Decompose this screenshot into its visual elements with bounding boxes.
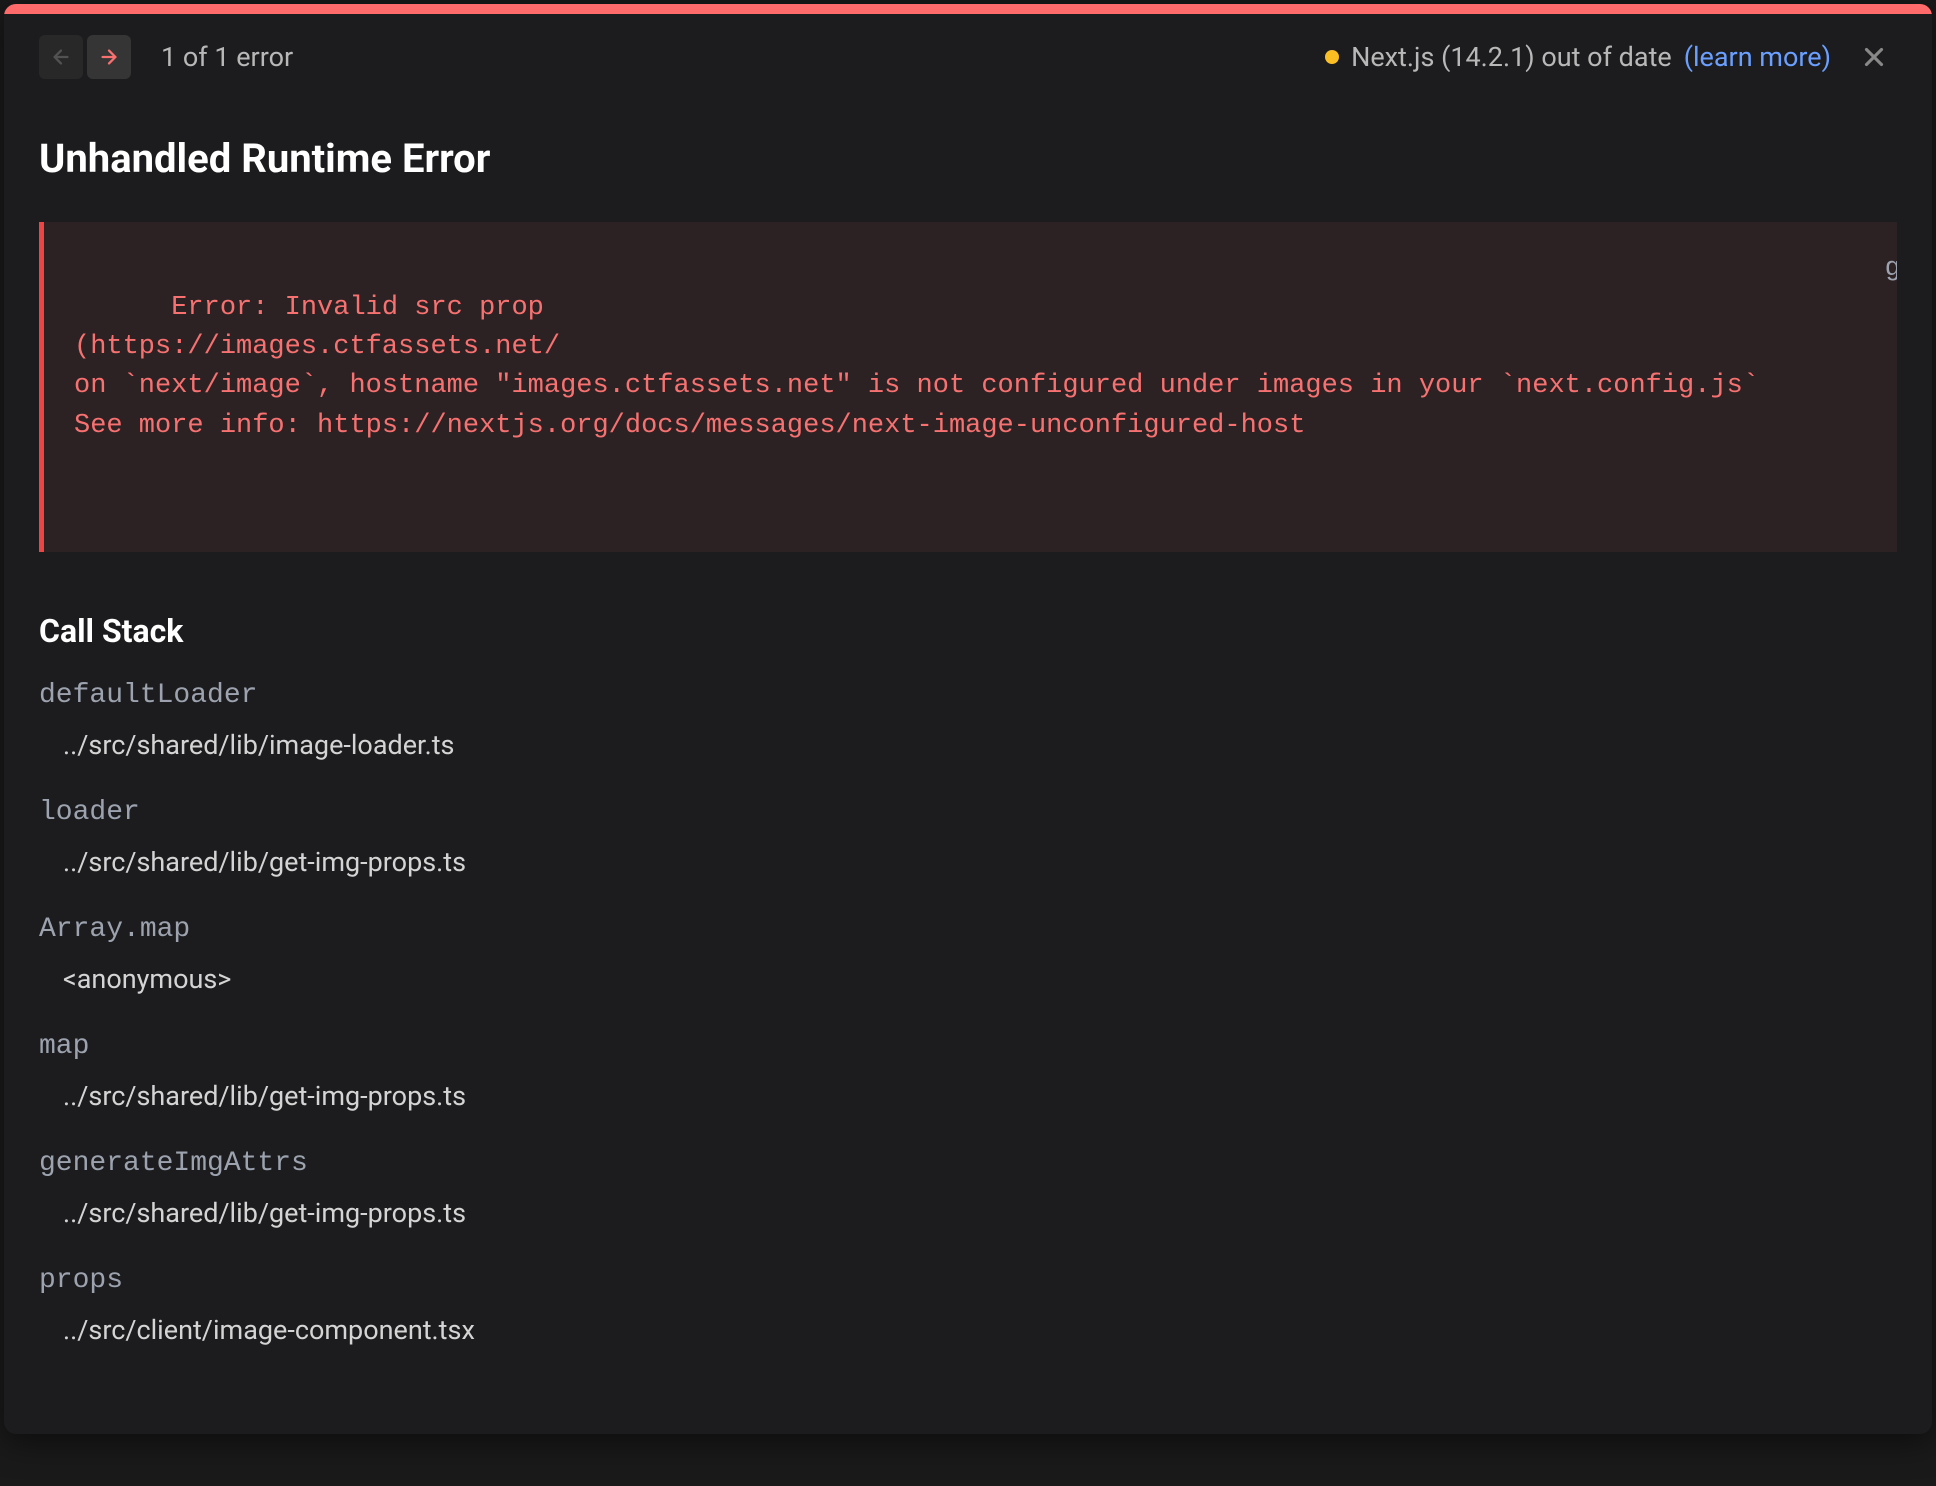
error-message-text: Error: Invalid src prop (https://images.… [74,293,1759,440]
frame-source-path: ../src/shared/lib/get-img-props.ts [39,1197,1897,1229]
overlay-content: Unhandled Runtime Error Error: Invalid s… [4,135,1932,1346]
frame-source-path: ../src/shared/lib/get-img-props.ts [39,1080,1897,1112]
background-overflow-text: gn [1885,250,1897,289]
error-indicator-bar [4,4,1932,14]
error-nav-buttons [39,35,131,79]
close-icon [1859,42,1889,72]
frame-function-name: loader [39,797,1897,828]
stack-frame: generateImgAttrs ../src/shared/lib/get-im… [39,1148,1897,1229]
overlay-header: 1 of 1 error Next.js (14.2.1) out of dat… [4,14,1932,100]
error-message-box: Error: Invalid src prop (https://images.… [39,222,1897,552]
error-title: Unhandled Runtime Error [39,135,1897,182]
call-stack-title: Call Stack [39,612,1897,650]
error-overlay: 1 of 1 error Next.js (14.2.1) out of dat… [4,4,1932,1434]
frame-function-name: generateImgAttrs [39,1148,1897,1179]
frame-source-path: ../src/shared/lib/get-img-props.ts [39,846,1897,878]
error-count-label: 1 of 1 error [161,41,293,73]
arrow-left-icon [50,46,72,68]
prev-error-button[interactable] [39,35,83,79]
frame-function-name: map [39,1031,1897,1062]
header-right-section: Next.js (14.2.1) out of date (learn more… [1325,34,1897,80]
stack-frame: map ../src/shared/lib/get-img-props.ts [39,1031,1897,1112]
next-error-button[interactable] [87,35,131,79]
version-status: Next.js (14.2.1) out of date (learn more… [1325,41,1831,73]
status-text: Next.js (14.2.1) out of date [1351,41,1672,73]
arrow-right-icon [98,46,120,68]
stack-frame: defaultLoader ../src/shared/lib/image-loa… [39,680,1897,761]
frame-function-name: props [39,1265,1897,1296]
call-stack-list: defaultLoader ../src/shared/lib/image-loa… [39,680,1897,1346]
frame-function-name: defaultLoader [39,680,1897,711]
close-button[interactable] [1851,34,1897,80]
frame-source-path: <anonymous> [39,963,1897,995]
stack-frame: Array.map <anonymous> [39,914,1897,995]
frame-source-path: ../src/client/image-component.tsx [39,1314,1897,1346]
stack-frame: props ../src/client/image-component.tsx [39,1265,1897,1346]
status-dot-icon [1325,50,1339,64]
frame-source-path: ../src/shared/lib/image-loader.ts [39,729,1897,761]
learn-more-link[interactable]: (learn more) [1684,41,1831,73]
stack-frame: loader ../src/shared/lib/get-img-props.ts [39,797,1897,878]
frame-function-name: Array.map [39,914,1897,945]
